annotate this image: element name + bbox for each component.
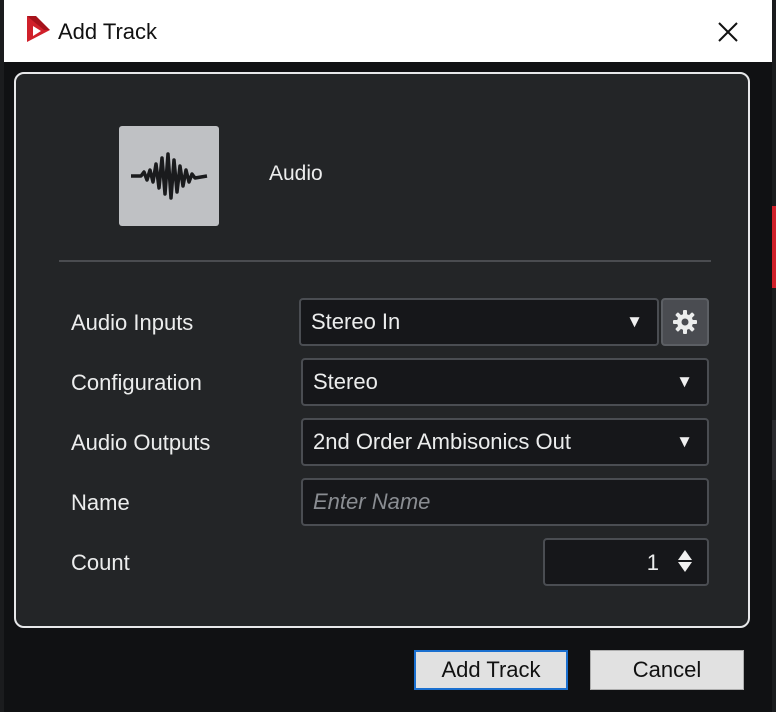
audio-outputs-value: 2nd Order Ambisonics Out — [313, 429, 572, 454]
audio-waveform-icon — [131, 152, 208, 200]
audio-outputs-label: Audio Outputs — [71, 430, 211, 455]
title-bar: Add Track — [4, 0, 772, 62]
count-value: 1 — [646, 550, 659, 575]
cancel-button[interactable]: Cancel — [590, 650, 744, 690]
configuration-select[interactable]: Stereo ▼ — [301, 358, 709, 406]
close-button[interactable] — [708, 12, 748, 52]
audio-inputs-select[interactable]: Stereo In ▼ — [299, 298, 659, 346]
configuration-value: Stereo — [313, 369, 378, 394]
audio-inputs-label: Audio Inputs — [71, 310, 194, 335]
audio-inputs-value: Stereo In — [311, 309, 401, 334]
stepper-down-icon[interactable] — [677, 561, 693, 574]
close-icon — [718, 22, 738, 42]
app-logo-icon — [24, 14, 54, 44]
gear-icon — [673, 310, 697, 334]
name-field[interactable] — [301, 478, 709, 526]
audio-track-type-tile[interactable] — [119, 126, 219, 226]
count-label: Count — [71, 550, 130, 575]
chevron-down-icon: ▼ — [676, 432, 693, 451]
name-label: Name — [71, 490, 130, 515]
add-track-dialog: Add Track Audio Audio Inputs Stereo In ▼ — [4, 0, 772, 712]
configuration-label: Configuration — [71, 370, 202, 395]
chevron-down-icon: ▼ — [626, 312, 643, 331]
chevron-down-icon: ▼ — [676, 372, 693, 391]
divider — [59, 260, 711, 262]
add-track-button[interactable]: Add Track — [414, 650, 568, 690]
stepper-arrows[interactable] — [677, 548, 693, 574]
name-input[interactable] — [313, 489, 707, 515]
count-stepper[interactable]: 1 — [543, 538, 709, 586]
track-settings-panel: Audio Audio Inputs Stereo In ▼ Configura… — [14, 72, 750, 628]
window-title: Add Track — [58, 19, 158, 44]
input-settings-button[interactable] — [661, 298, 709, 346]
audio-outputs-select[interactable]: 2nd Order Ambisonics Out ▼ — [301, 418, 709, 466]
track-type-label: Audio — [269, 162, 323, 185]
stepper-up-icon[interactable] — [677, 548, 693, 561]
